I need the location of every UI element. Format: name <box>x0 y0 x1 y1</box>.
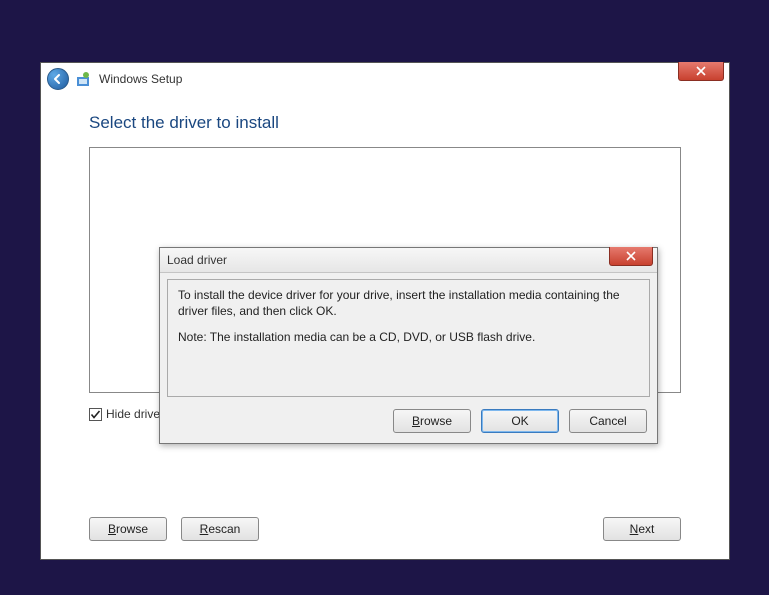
footer-buttons: Browse Rescan Next <box>89 517 681 541</box>
checkmark-icon <box>90 409 101 420</box>
page-heading: Select the driver to install <box>89 113 681 133</box>
close-icon <box>626 251 636 261</box>
dialog-ok-button[interactable]: OK <box>481 409 559 433</box>
dialog-buttons: Browse OK Cancel <box>160 403 657 443</box>
next-button[interactable]: Next <box>603 517 681 541</box>
rescan-button[interactable]: Rescan <box>181 517 259 541</box>
dialog-titlebar: Load driver <box>160 248 657 273</box>
arrow-left-icon <box>52 73 64 85</box>
window-close-button[interactable] <box>678 62 724 81</box>
browse-button[interactable]: Browse <box>89 517 167 541</box>
dialog-cancel-button[interactable]: Cancel <box>569 409 647 433</box>
app-icon <box>75 70 93 88</box>
dialog-title: Load driver <box>167 253 227 267</box>
dialog-close-button[interactable] <box>609 247 653 266</box>
hide-incompatible-checkbox[interactable] <box>89 408 102 421</box>
dialog-browse-button[interactable]: Browse <box>393 409 471 433</box>
back-button[interactable] <box>47 68 69 90</box>
dialog-message-1: To install the device driver for your dr… <box>178 287 639 319</box>
dialog-body: To install the device driver for your dr… <box>167 279 650 397</box>
close-icon <box>696 66 706 76</box>
dialog-message-2: Note: The installation media can be a CD… <box>178 329 639 345</box>
titlebar: Windows Setup <box>41 63 729 95</box>
window-title: Windows Setup <box>99 72 182 86</box>
load-driver-dialog: Load driver To install the device driver… <box>159 247 658 444</box>
